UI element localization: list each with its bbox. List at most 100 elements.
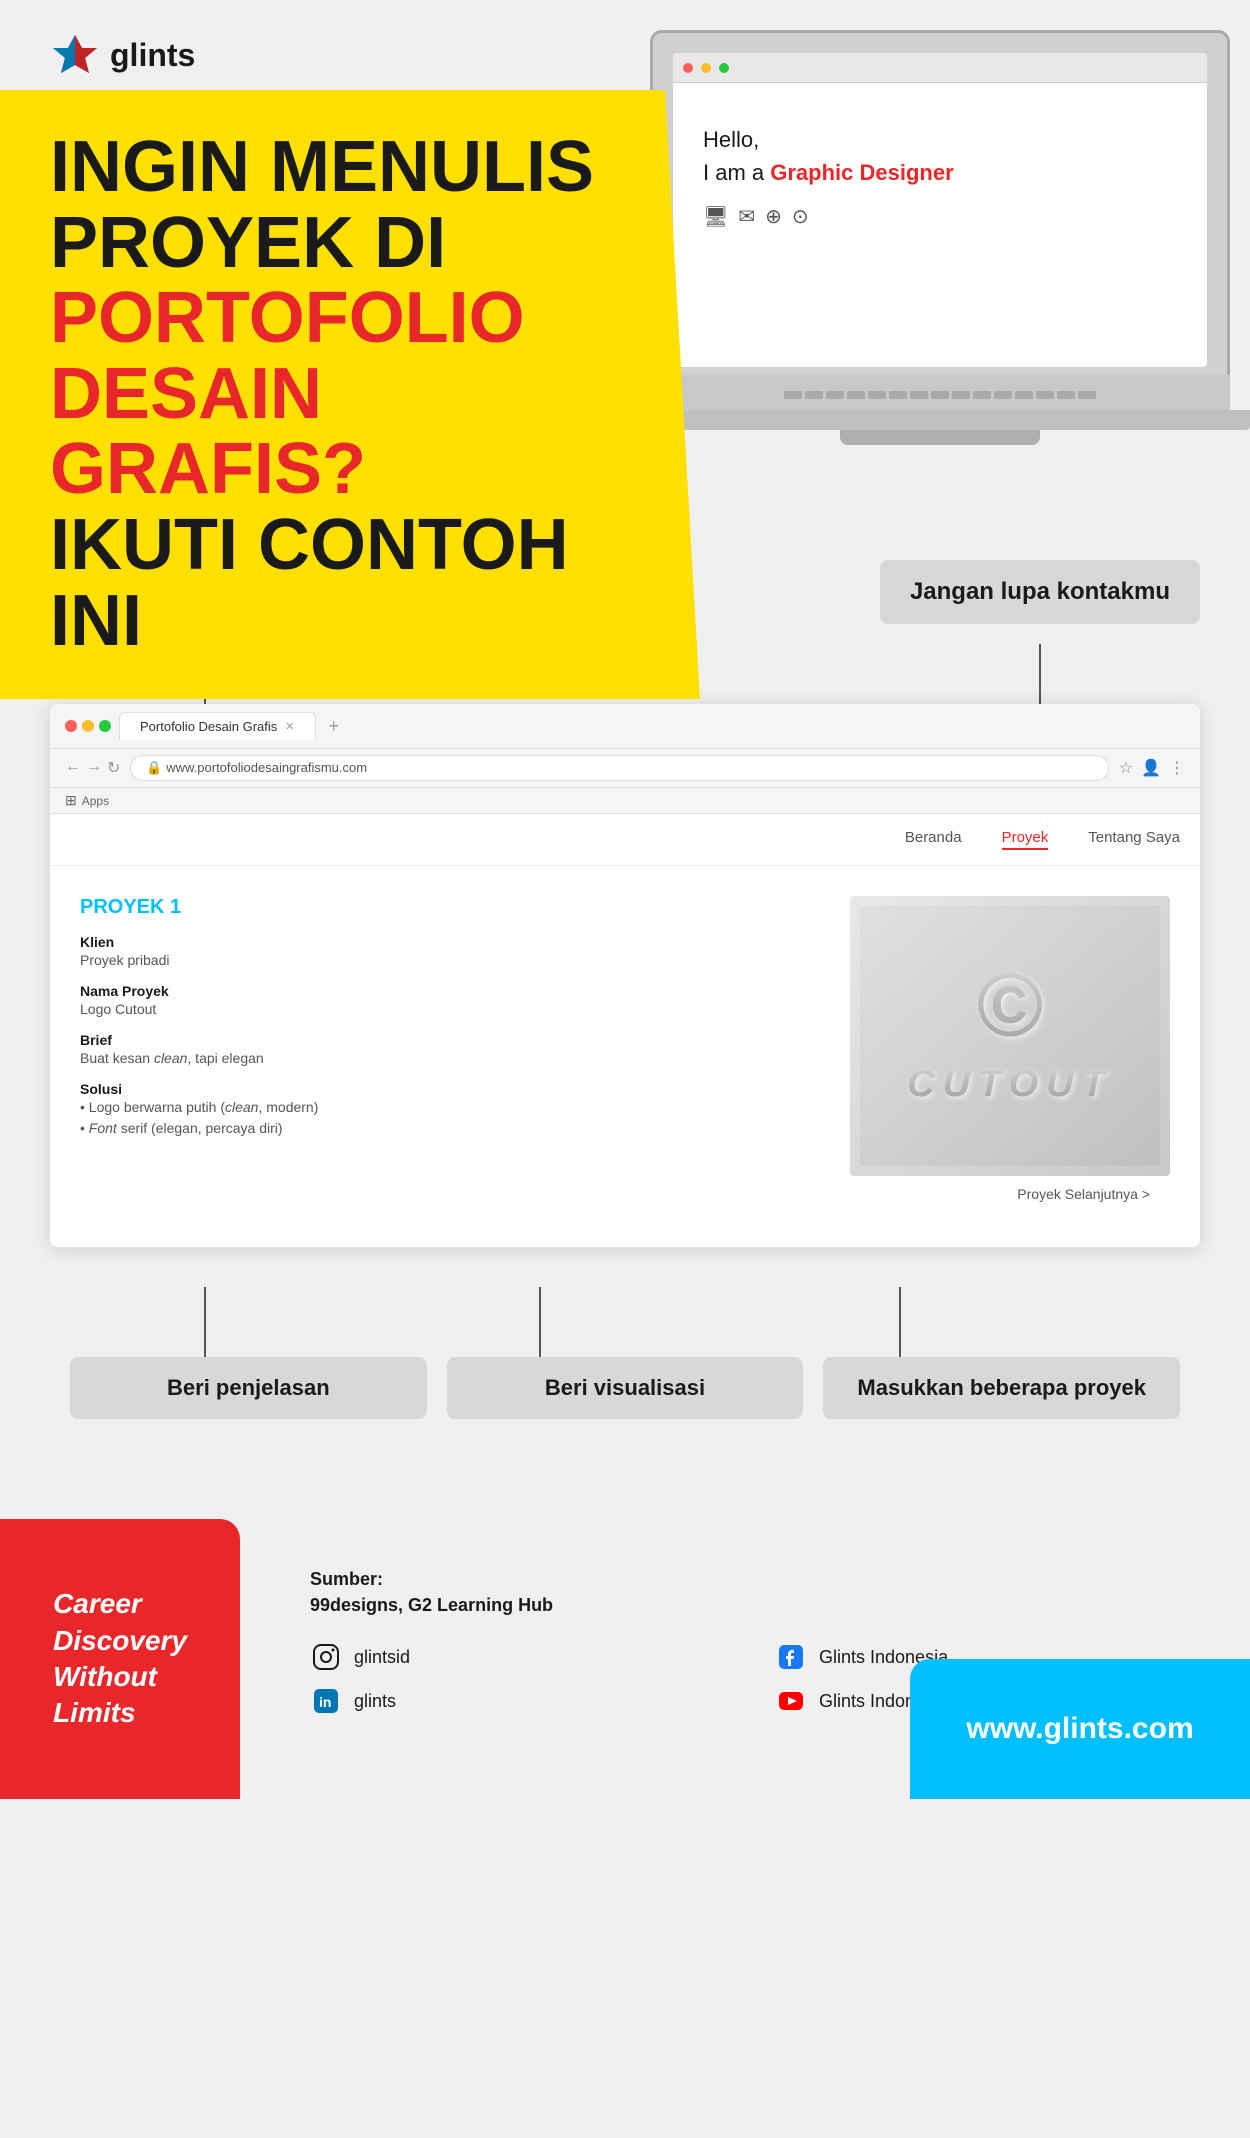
field-klien: Klien Proyek pribadi [80, 934, 820, 971]
cutout-logo-svg: © CUTOUT [860, 906, 1160, 1166]
key [1078, 391, 1096, 399]
klien-label: Klien [80, 934, 820, 950]
nav-tentang[interactable]: Tentang Saya [1088, 829, 1180, 850]
klien-value: Proyek pribadi [80, 950, 820, 971]
footer-blue-panel: www.glints.com [910, 1659, 1250, 1799]
banner-line1: INGIN MENULIS [50, 127, 594, 207]
laptop-browser-content: Hello, I am a Graphic Designer 🖥 ✉ ⊕ ⊙ [673, 53, 1207, 367]
footer-section: CareerDiscoveryWithoutLimits Sumber: 99d… [0, 1519, 1250, 1799]
key [826, 391, 844, 399]
laptop-base [630, 410, 1250, 430]
url-lock-icon: 🔒 [146, 760, 166, 775]
project-image-area: © CUTOUT Proyek Selanjutnya > [850, 896, 1170, 1217]
nama-value: Logo Cutout [80, 999, 820, 1020]
ann-label-center: Beri visualisasi [447, 1357, 804, 1419]
project-number: PROYEK 1 [80, 896, 820, 919]
key [805, 391, 823, 399]
laptop-role: Graphic Designer [770, 160, 953, 185]
laptop-greeting: Hello, I am a Graphic Designer [703, 123, 1177, 189]
footer-red-panel: CareerDiscoveryWithoutLimits [0, 1519, 240, 1799]
brief-label: Brief [80, 1032, 820, 1048]
browser-tab-bar: Portofolio Desain Grafis ✕ + [50, 704, 1200, 749]
nav-proyek[interactable]: Proyek [1002, 829, 1049, 850]
browser-action-icons: ☆ 👤 ⋮ [1119, 758, 1185, 778]
brief-value: Buat kesan clean, tapi elegan [80, 1048, 820, 1069]
account-icon[interactable]: 👤 [1141, 758, 1161, 778]
solusi-label: Solusi [80, 1081, 820, 1097]
source-value: 99designs, G2 Learning Hub [310, 1595, 1200, 1616]
field-brief: Brief Buat kesan clean, tapi elegan [80, 1032, 820, 1069]
bottom-annotation-labels: Beri penjelasan Beri visualisasi Masukka… [50, 1357, 1200, 1419]
laptop-icon-2: ✉ [738, 204, 755, 229]
key [910, 391, 928, 399]
key [931, 391, 949, 399]
apps-label: Apps [82, 794, 109, 808]
website-url: www.glints.com [966, 1712, 1193, 1746]
ann-label-right: Masukkan beberapa proyek [823, 1357, 1180, 1419]
instagram-handle: glintsid [354, 1647, 410, 1668]
browser-dots [65, 720, 111, 732]
browser-apps-bar: ⊞ Apps [50, 788, 1200, 814]
menu-icon[interactable]: ⋮ [1169, 758, 1185, 778]
key [1036, 391, 1054, 399]
banner-line2-red: PORTOFOLIO [50, 278, 525, 358]
hero-banner: INGIN MENULIS PROYEK DI PORTOFOLIO DESAI… [0, 90, 700, 699]
social-linkedin[interactable]: in glints [310, 1685, 735, 1717]
browser-dot-yellow [82, 720, 94, 732]
laptop-stand [840, 430, 1040, 445]
banner-text: INGIN MENULIS PROYEK DI PORTOFOLIO DESAI… [50, 130, 650, 659]
laptop-icon-4: ⊙ [792, 204, 809, 229]
browser-content-area: PROYEK 1 Klien Proyek pribadi Nama Proye… [50, 866, 1200, 1247]
bottom-connector-lines [50, 1287, 1200, 1357]
browser-url-bar: ← → ↻ 🔒 www.portofoliodesaingrafismu.com… [50, 749, 1200, 788]
key [1015, 391, 1033, 399]
project-image: © CUTOUT [850, 896, 1170, 1176]
nama-label: Nama Proyek [80, 983, 820, 999]
key [847, 391, 865, 399]
tab-add-icon[interactable]: + [329, 716, 340, 737]
key [952, 391, 970, 399]
browser-tab[interactable]: Portofolio Desain Grafis ✕ [119, 712, 316, 740]
laptop-dot-red [683, 63, 693, 73]
header-section: glints INGIN MENULIS PROYEK DI PORTOFOLI… [0, 0, 1250, 520]
url-text: www.portofoliodesaingrafismu.com [166, 760, 367, 775]
key [1057, 391, 1075, 399]
banner-line2-black: PROYEK DI [50, 203, 446, 283]
browser-url-field[interactable]: 🔒 www.portofoliodesaingrafismu.com [130, 755, 1108, 781]
project-details: PROYEK 1 Klien Proyek pribadi Nama Proye… [80, 896, 820, 1217]
laptop-mockup: Hello, I am a Graphic Designer 🖥 ✉ ⊕ ⊙ [630, 30, 1250, 460]
laptop-icon-row: 🖥 ✉ ⊕ ⊙ [703, 204, 1177, 229]
browser-dot-red [65, 720, 77, 732]
key [889, 391, 907, 399]
banner-line4: IKUTI CONTOH INI [50, 505, 569, 661]
laptop-dot-yellow [701, 63, 711, 73]
apps-grid-icon: ⊞ [65, 792, 77, 809]
footer-tagline: CareerDiscoveryWithoutLimits [53, 1586, 187, 1732]
callout-right: Jangan lupa kontakmu [880, 560, 1200, 624]
browser-dot-green [99, 720, 111, 732]
instagram-icon [310, 1641, 342, 1673]
nav-beranda[interactable]: Beranda [905, 829, 962, 850]
bookmark-icon[interactable]: ☆ [1119, 758, 1133, 778]
forward-icon[interactable]: → [86, 758, 102, 778]
laptop-icon-1: 🖥 [703, 204, 728, 229]
field-nama: Nama Proyek Logo Cutout [80, 983, 820, 1020]
refresh-icon[interactable]: ↻ [107, 758, 120, 778]
next-project-link[interactable]: Proyek Selanjutnya > [850, 1176, 1170, 1217]
back-icon[interactable]: ← [65, 758, 81, 778]
solusi-item1: • Logo berwarna putih (clean, modern) [80, 1097, 820, 1118]
browser-mockup: Portofolio Desain Grafis ✕ + ← → ↻ 🔒 www… [50, 704, 1200, 1247]
svg-text:in: in [319, 1694, 331, 1710]
solusi-item2: • Font serif (elegan, percaya diri) [80, 1118, 820, 1139]
field-solusi: Solusi • Logo berwarna putih (clean, mod… [80, 1081, 820, 1139]
browser-tab-title: Portofolio Desain Grafis [140, 719, 277, 734]
key [994, 391, 1012, 399]
social-instagram[interactable]: glintsid [310, 1641, 735, 1673]
tab-close-icon[interactable]: ✕ [285, 720, 294, 733]
glints-star-icon [50, 30, 100, 80]
youtube-icon [775, 1685, 807, 1717]
key [973, 391, 991, 399]
key [868, 391, 886, 399]
laptop-screen: Hello, I am a Graphic Designer 🖥 ✉ ⊕ ⊙ [650, 30, 1230, 390]
site-nav-links: Beranda Proyek Tentang Saya [50, 814, 1200, 866]
